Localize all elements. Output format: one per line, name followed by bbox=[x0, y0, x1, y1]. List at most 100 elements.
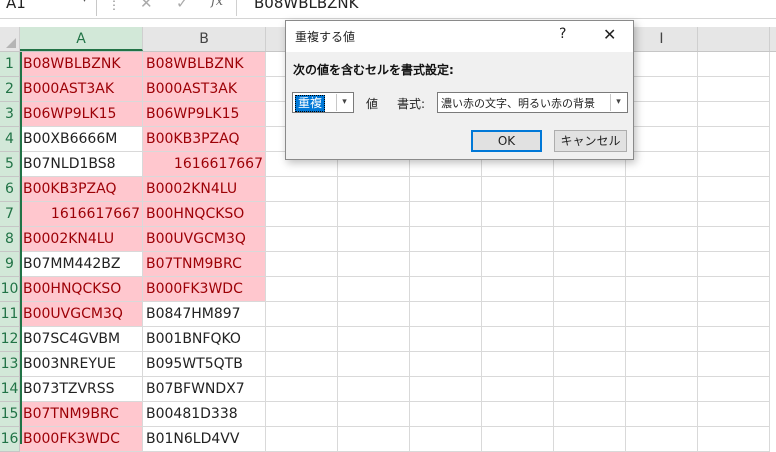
chevron-down-icon[interactable]: ▾ bbox=[336, 94, 352, 111]
cell-b[interactable]: B00HNQCKSO bbox=[143, 202, 266, 227]
row-header[interactable]: 7 bbox=[0, 202, 20, 227]
empty-cell[interactable] bbox=[410, 252, 482, 277]
empty-cell[interactable] bbox=[698, 102, 770, 127]
empty-cell[interactable] bbox=[482, 202, 554, 227]
cell-a[interactable]: B0002KN4LU bbox=[20, 227, 143, 252]
row-header[interactable]: 6 bbox=[0, 177, 20, 202]
empty-cell[interactable] bbox=[266, 427, 338, 452]
empty-cell[interactable] bbox=[410, 352, 482, 377]
row-header[interactable]: 16 bbox=[0, 427, 20, 452]
empty-cell[interactable] bbox=[626, 227, 698, 252]
fx-icon[interactable]: fx bbox=[211, 0, 223, 9]
empty-cell[interactable] bbox=[482, 327, 554, 352]
empty-cell[interactable] bbox=[482, 252, 554, 277]
cell-b[interactable]: B0002KN4LU bbox=[143, 177, 266, 202]
empty-cell[interactable] bbox=[698, 327, 770, 352]
empty-cell[interactable] bbox=[338, 402, 410, 427]
cell-b[interactable]: B001BNFQKO bbox=[143, 327, 266, 352]
chevron-down-icon[interactable]: ▾ bbox=[82, 0, 87, 5]
empty-cell[interactable] bbox=[698, 52, 770, 77]
cell-a[interactable]: B08WBLBZNK bbox=[20, 52, 143, 77]
cell-b[interactable]: B08WBLBZNK bbox=[143, 52, 266, 77]
empty-cell[interactable] bbox=[554, 377, 626, 402]
empty-cell[interactable] bbox=[554, 177, 626, 202]
empty-cell[interactable] bbox=[626, 152, 698, 177]
empty-cell[interactable] bbox=[626, 77, 698, 102]
cell-a[interactable]: B00KB3PZAQ bbox=[20, 177, 143, 202]
cell-b[interactable]: B07BFWNDX7 bbox=[143, 377, 266, 402]
formula-input[interactable]: B08WBLBZNK bbox=[254, 0, 358, 12]
cell-a[interactable]: 1616617667 bbox=[20, 202, 143, 227]
cell-b[interactable]: B000FK3WDC bbox=[143, 277, 266, 302]
cell-a[interactable]: B00UVGCM3Q bbox=[20, 302, 143, 327]
cancel-button[interactable]: キャンセル bbox=[554, 130, 627, 152]
empty-cell[interactable] bbox=[338, 327, 410, 352]
column-header-i[interactable] bbox=[698, 27, 770, 51]
empty-cell[interactable] bbox=[626, 202, 698, 227]
empty-cell[interactable] bbox=[698, 352, 770, 377]
cell-b[interactable]: 1616617667 bbox=[143, 152, 266, 177]
cell-b[interactable]: B095WT5QTB bbox=[143, 352, 266, 377]
cell-a[interactable]: B003NREYUE bbox=[20, 352, 143, 377]
cell-b[interactable]: B01N6LD4VV bbox=[143, 427, 266, 452]
empty-cell[interactable] bbox=[482, 377, 554, 402]
empty-cell[interactable] bbox=[338, 302, 410, 327]
empty-cell[interactable] bbox=[626, 52, 698, 77]
empty-cell[interactable] bbox=[626, 377, 698, 402]
column-header-b[interactable]: B bbox=[143, 27, 266, 51]
empty-cell[interactable] bbox=[410, 377, 482, 402]
empty-cell[interactable] bbox=[410, 402, 482, 427]
empty-cell[interactable] bbox=[410, 177, 482, 202]
empty-cell[interactable] bbox=[626, 277, 698, 302]
empty-cell[interactable] bbox=[626, 127, 698, 152]
duplicate-kind-value[interactable]: 重複 bbox=[295, 95, 326, 112]
empty-cell[interactable] bbox=[698, 252, 770, 277]
dialog-titlebar[interactable]: 重複する値 ? ✕ bbox=[286, 21, 633, 52]
cell-b[interactable]: B00UVGCM3Q bbox=[143, 227, 266, 252]
empty-cell[interactable] bbox=[554, 277, 626, 302]
empty-cell[interactable] bbox=[698, 302, 770, 327]
empty-cell[interactable] bbox=[698, 277, 770, 302]
row-header[interactable]: 8 bbox=[0, 227, 20, 252]
empty-cell[interactable] bbox=[482, 427, 554, 452]
empty-cell[interactable] bbox=[482, 277, 554, 302]
empty-cell[interactable] bbox=[698, 427, 770, 452]
empty-cell[interactable] bbox=[554, 327, 626, 352]
empty-cell[interactable] bbox=[266, 227, 338, 252]
empty-cell[interactable] bbox=[626, 402, 698, 427]
empty-cell[interactable] bbox=[554, 402, 626, 427]
empty-cell[interactable] bbox=[482, 302, 554, 327]
column-header-a[interactable]: A bbox=[20, 27, 143, 51]
empty-cell[interactable] bbox=[698, 202, 770, 227]
empty-cell[interactable] bbox=[554, 227, 626, 252]
cell-a[interactable]: B07MM442BZ bbox=[20, 252, 143, 277]
cell-a[interactable]: B07SC4GVBM bbox=[20, 327, 143, 352]
cell-a[interactable]: B000FK3WDC bbox=[20, 427, 143, 452]
empty-cell[interactable] bbox=[698, 177, 770, 202]
row-header[interactable]: 12 bbox=[0, 327, 20, 352]
empty-cell[interactable] bbox=[626, 327, 698, 352]
close-icon[interactable]: ✕ bbox=[603, 25, 616, 44]
row-header[interactable]: 1 bbox=[0, 52, 20, 77]
empty-cell[interactable] bbox=[698, 377, 770, 402]
empty-cell[interactable] bbox=[338, 202, 410, 227]
empty-cell[interactable] bbox=[338, 377, 410, 402]
duplicate-kind-select[interactable]: 重複 ▾ bbox=[292, 92, 354, 113]
cell-b[interactable]: B00481D338 bbox=[143, 402, 266, 427]
row-header[interactable]: 9 bbox=[0, 252, 20, 277]
empty-cell[interactable] bbox=[482, 402, 554, 427]
empty-cell[interactable] bbox=[698, 402, 770, 427]
cell-a[interactable]: B00XB6666M bbox=[20, 127, 143, 152]
empty-cell[interactable] bbox=[338, 427, 410, 452]
empty-cell[interactable] bbox=[410, 302, 482, 327]
empty-cell[interactable] bbox=[266, 177, 338, 202]
empty-cell[interactable] bbox=[266, 277, 338, 302]
ok-button[interactable]: OK bbox=[471, 130, 542, 152]
empty-cell[interactable] bbox=[410, 427, 482, 452]
cell-a[interactable]: B07TNM9BRC bbox=[20, 402, 143, 427]
row-header[interactable]: 15 bbox=[0, 402, 20, 427]
empty-cell[interactable] bbox=[554, 352, 626, 377]
empty-cell[interactable] bbox=[410, 202, 482, 227]
cell-a[interactable]: B000AST3AK bbox=[20, 77, 143, 102]
empty-cell[interactable] bbox=[410, 277, 482, 302]
